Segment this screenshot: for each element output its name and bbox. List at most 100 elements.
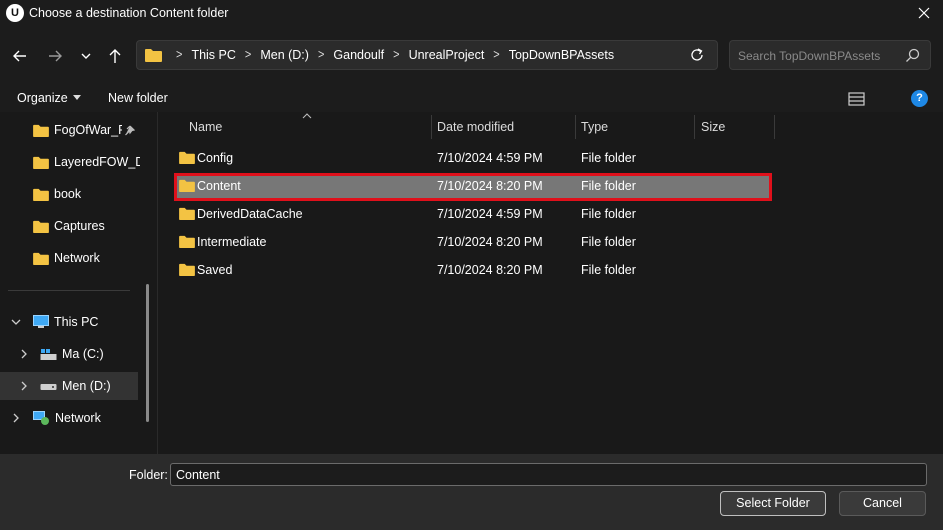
folder-name-input[interactable] (170, 463, 927, 486)
file-list: Name Date modified Type Size Config 7/10… (158, 112, 943, 454)
folder-icon (179, 151, 195, 164)
sidebar-item-label: Network (55, 411, 101, 425)
file-row-content[interactable]: Content 7/10/2024 8:20 PM File folder (175, 173, 771, 199)
column-header-type[interactable]: Type (581, 120, 608, 134)
help-icon[interactable]: ? (911, 90, 928, 107)
breadcrumb-chevron-icon[interactable]: > (393, 48, 399, 62)
folder-label: Folder: (129, 468, 168, 482)
unreal-logo-icon: U (6, 4, 24, 22)
recent-locations-chevron-icon[interactable] (74, 45, 98, 67)
sidebar-item-layeredfow[interactable]: LayeredFOW_De (0, 148, 140, 176)
search-icon[interactable] (905, 48, 920, 63)
search-placeholder: Search TopDownBPAssets (738, 49, 881, 63)
address-bar[interactable]: > This PC > Men (D:) > Gandoulf > Unreal… (136, 40, 718, 70)
chevron-right-icon[interactable] (8, 413, 24, 423)
column-divider[interactable] (431, 115, 432, 139)
file-row-deriveddatacache[interactable]: DerivedDataCache 7/10/2024 4:59 PM File … (175, 201, 771, 227)
folder-icon (179, 235, 195, 248)
file-name: Intermediate (197, 235, 267, 249)
column-divider[interactable] (694, 115, 695, 139)
sort-ascending-icon (302, 113, 312, 119)
file-name: Saved (197, 263, 233, 277)
breadcrumb-topdownbpassets[interactable]: TopDownBPAssets (509, 48, 614, 62)
sidebar-item-captures[interactable]: Captures (0, 212, 140, 240)
view-options-button[interactable] (848, 91, 888, 121)
column-header-date-modified[interactable]: Date modified (437, 120, 514, 134)
file-name: Config (197, 151, 234, 165)
details-view-icon (848, 92, 865, 106)
sidebar-item-label: Network (54, 251, 100, 265)
sidebar-item-label: book (54, 187, 82, 201)
sidebar-item-this-pc[interactable]: This PC (0, 308, 140, 336)
back-arrow-icon[interactable] (8, 45, 32, 67)
file-type: File folder (581, 263, 636, 277)
sidebar-item-network-folder[interactable]: Network (0, 244, 140, 272)
breadcrumb-gandoulf[interactable]: Gandoulf (333, 48, 384, 62)
command-bar: Organize New folder ? (0, 84, 943, 121)
sidebar-item-label: This PC (54, 315, 99, 329)
sidebar-divider (8, 290, 130, 291)
folder-icon (33, 252, 49, 265)
refresh-icon[interactable] (689, 47, 705, 63)
breadcrumb-chevron-icon[interactable]: > (176, 48, 182, 62)
sidebar-item-drive-d[interactable]: Men (D:) (0, 372, 138, 400)
drive-c-icon (40, 348, 57, 360)
cancel-button[interactable]: Cancel (839, 491, 926, 516)
search-input[interactable]: Search TopDownBPAssets (729, 40, 931, 70)
title-bar: U Choose a destination Content folder (0, 0, 943, 26)
network-icon (33, 410, 49, 425)
sidebar-item-label: FogOfWar_Pl (54, 123, 122, 137)
file-row-saved[interactable]: Saved 7/10/2024 8:20 PM File folder (175, 257, 771, 283)
file-type: File folder (581, 179, 636, 193)
file-type: File folder (581, 151, 636, 165)
file-type: File folder (581, 235, 636, 249)
file-date: 7/10/2024 4:59 PM (437, 207, 543, 221)
navigation-bar: > This PC > Men (D:) > Gandoulf > Unreal… (0, 26, 943, 84)
organize-label: Organize (17, 91, 68, 105)
sidebar-item-label: Captures (54, 219, 105, 233)
chevron-right-icon[interactable] (16, 349, 32, 359)
sidebar-item-fogofwar[interactable]: FogOfWar_Pl (0, 116, 140, 144)
folder-icon (33, 156, 49, 169)
column-divider[interactable] (575, 115, 576, 139)
navigation-pane: FogOfWar_Pl LayeredFOW_De book Captures … (0, 112, 157, 454)
file-row-intermediate[interactable]: Intermediate 7/10/2024 8:20 PM File fold… (175, 229, 771, 255)
caret-down-icon (72, 95, 81, 100)
breadcrumb-unrealproject[interactable]: UnrealProject (409, 48, 485, 62)
close-icon[interactable] (913, 2, 935, 24)
file-date: 7/10/2024 8:20 PM (437, 179, 543, 193)
sidebar-item-book[interactable]: book (0, 180, 140, 208)
breadcrumb-chevron-icon[interactable]: > (493, 48, 499, 62)
breadcrumb: > This PC > Men (D:) > Gandoulf > Unreal… (167, 41, 614, 69)
file-name: DerivedDataCache (197, 207, 303, 221)
new-folder-button[interactable]: New folder (108, 91, 168, 105)
organize-button[interactable]: Organize (17, 91, 81, 105)
pin-icon[interactable] (124, 125, 135, 136)
folder-icon (33, 124, 49, 137)
file-date: 7/10/2024 4:59 PM (437, 151, 543, 165)
folder-icon (179, 207, 195, 220)
file-type: File folder (581, 207, 636, 221)
breadcrumb-chevron-icon[interactable]: > (245, 48, 251, 62)
column-divider[interactable] (774, 115, 775, 139)
chevron-down-icon[interactable] (8, 318, 24, 326)
sidebar-item-network[interactable]: Network (0, 404, 140, 432)
folder-icon (145, 49, 162, 62)
file-row-config[interactable]: Config 7/10/2024 4:59 PM File folder (175, 145, 771, 171)
this-pc-icon (33, 315, 49, 328)
folder-icon (179, 179, 195, 192)
sidebar-item-drive-c[interactable]: Ma (C:) (0, 340, 140, 368)
sidebar-scrollbar[interactable] (146, 284, 149, 422)
file-name: Content (197, 179, 241, 193)
column-header-name[interactable]: Name (189, 120, 222, 134)
breadcrumb-chevron-icon[interactable]: > (318, 48, 324, 62)
file-date: 7/10/2024 8:20 PM (437, 263, 543, 277)
up-arrow-icon[interactable] (103, 45, 127, 67)
column-header-size[interactable]: Size (701, 120, 725, 134)
chevron-right-icon[interactable] (16, 381, 32, 391)
breadcrumb-this-pc[interactable]: This PC (191, 48, 235, 62)
select-folder-button[interactable]: Select Folder (720, 491, 826, 516)
sidebar-item-label: Ma (C:) (62, 347, 104, 361)
breadcrumb-drive-d[interactable]: Men (D:) (260, 48, 309, 62)
forward-arrow-icon[interactable] (43, 45, 67, 67)
